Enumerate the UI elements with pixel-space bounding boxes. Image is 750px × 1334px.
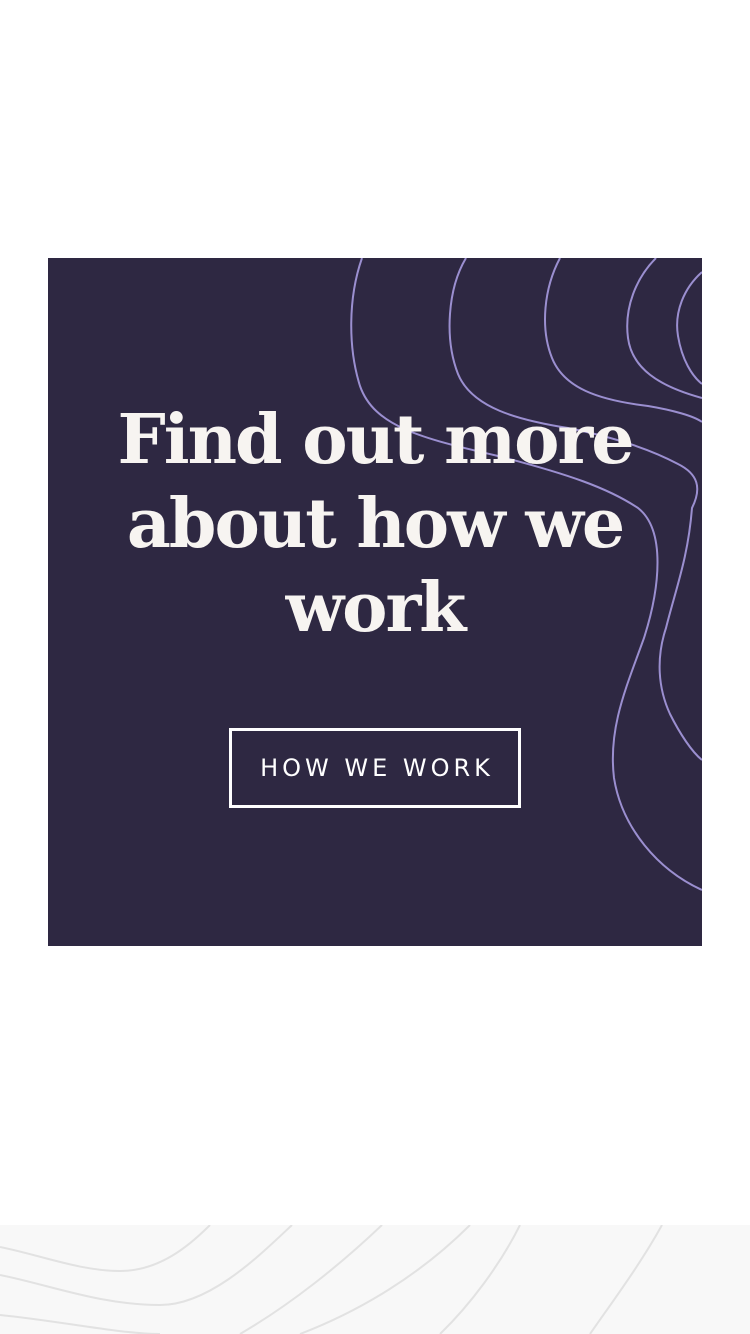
footer-contour-pattern [0,1225,663,1334]
footer-contour-line [299,1225,521,1334]
page: Find out more about how we work HOW WE W… [0,0,750,1334]
contour-line [626,258,702,399]
footer-contour-line [0,1225,293,1307]
footer-contour-line [589,1225,663,1334]
footer-band [0,1225,750,1334]
contour-line [676,271,702,385]
cta-heading: Find out more about how we work [117,400,634,648]
cta-card: Find out more about how we work HOW WE W… [48,258,702,946]
footer-contour-line [0,1225,211,1273]
how-we-work-button[interactable]: HOW WE WORK [229,728,521,808]
